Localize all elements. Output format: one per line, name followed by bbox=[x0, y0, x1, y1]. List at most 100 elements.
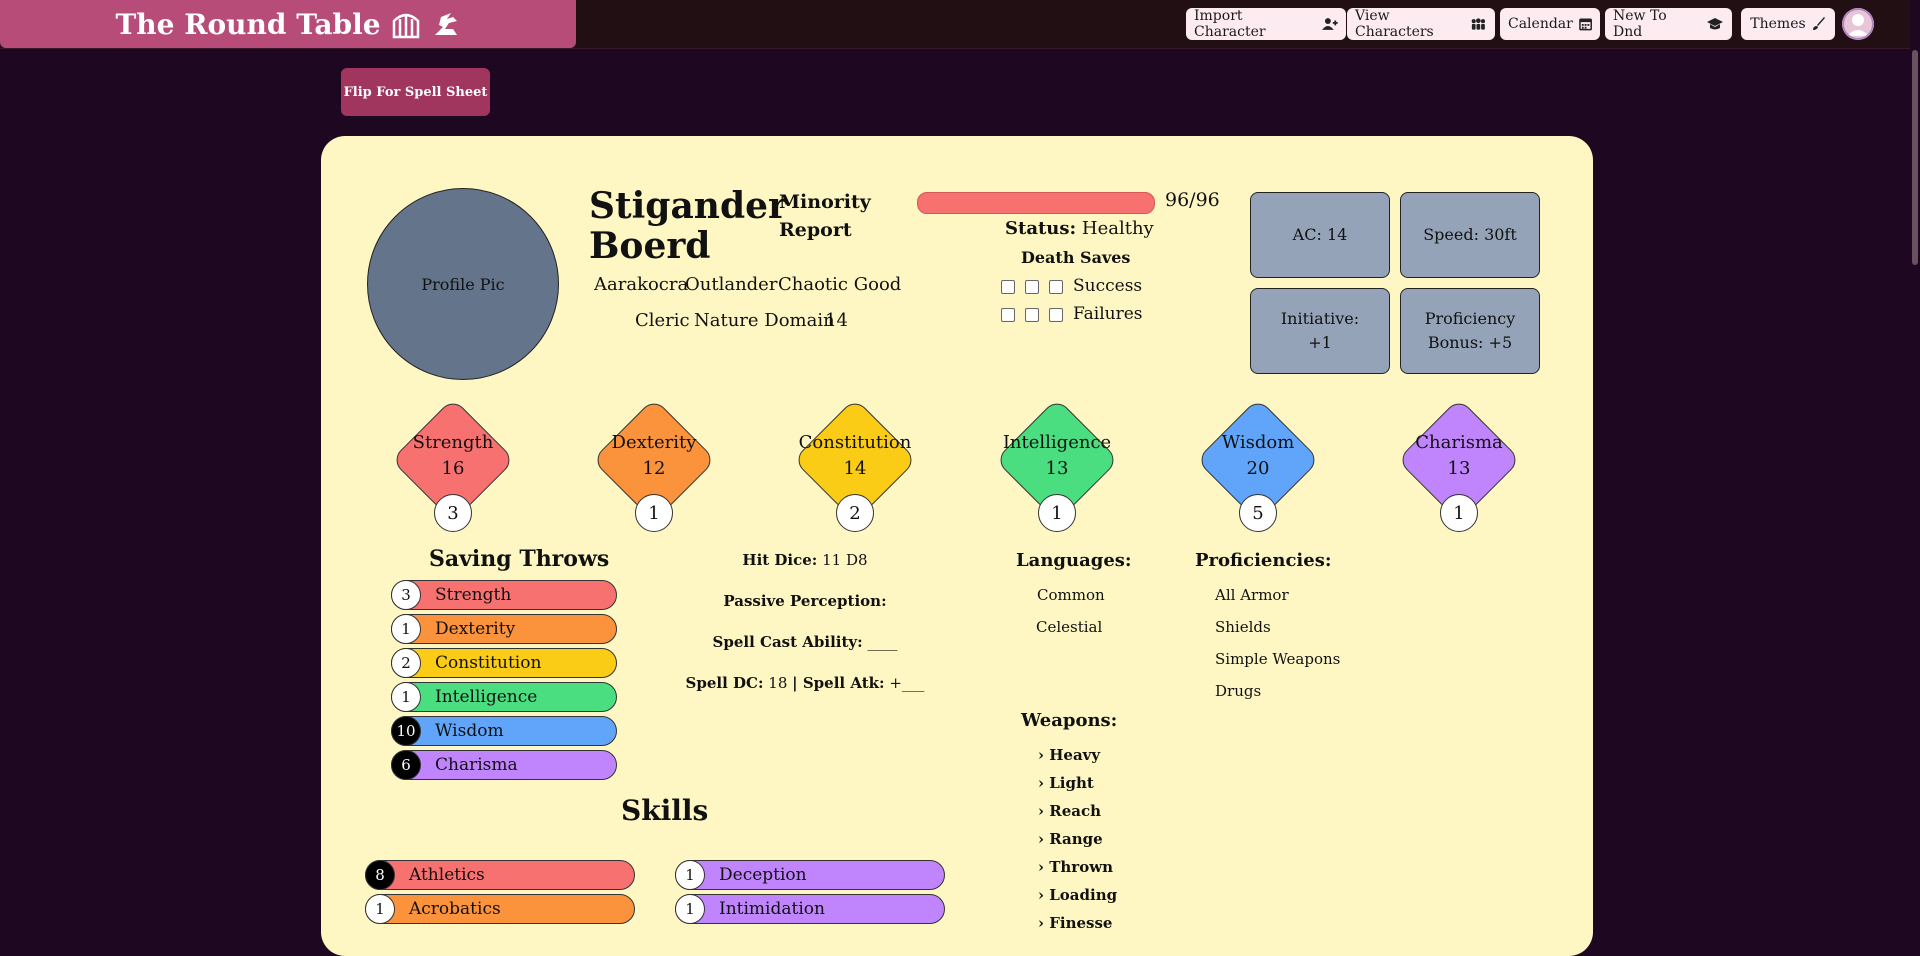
ability-label: Wisdom 20 bbox=[1221, 432, 1295, 479]
ability-modifier: 1 bbox=[635, 494, 673, 532]
saving-throw-intelligence[interactable]: 1 Intelligence bbox=[391, 682, 617, 712]
skill-value: 1 bbox=[675, 860, 705, 890]
skill-label: Deception bbox=[719, 865, 807, 885]
failures-label: Failures bbox=[1073, 304, 1143, 324]
view-characters-label: View Characters bbox=[1355, 8, 1434, 40]
saving-throw-dexterity[interactable]: 1 Dexterity bbox=[391, 614, 617, 644]
proficiency-value: Bonus: +5 bbox=[1427, 333, 1513, 352]
calendar-label: Calendar bbox=[1508, 16, 1573, 32]
failure-checkbox-1[interactable] bbox=[1001, 307, 1015, 322]
saving-throws-title: Saving Throws bbox=[429, 546, 610, 572]
subclass: Nature Domain bbox=[694, 310, 835, 331]
graduation-cap-icon bbox=[1707, 18, 1724, 30]
proficiency-item: All Armor bbox=[1215, 586, 1289, 604]
saving-throw-value: 2 bbox=[391, 648, 421, 678]
weapon-group-heavy[interactable]: › Heavy bbox=[1038, 746, 1100, 764]
skill-athletics[interactable]: 8 Athletics bbox=[365, 860, 635, 890]
passive-perception: Passive Perception: bbox=[655, 592, 955, 610]
ability-label: Dexterity 12 bbox=[611, 432, 697, 479]
weapon-group-loading[interactable]: › Loading bbox=[1038, 886, 1117, 904]
proficiency-item: Simple Weapons bbox=[1215, 650, 1341, 668]
themes-button[interactable]: Themes bbox=[1741, 8, 1835, 40]
ability-label: Constitution 14 bbox=[798, 432, 912, 479]
user-avatar[interactable] bbox=[1842, 8, 1874, 40]
chevron-right-icon: › bbox=[1038, 774, 1044, 792]
ability-modifier: 3 bbox=[434, 494, 472, 532]
weapon-group-thrown[interactable]: › Thrown bbox=[1038, 858, 1113, 876]
class: Cleric bbox=[635, 310, 690, 331]
saving-throw-label: Dexterity bbox=[435, 619, 516, 639]
ability-wisdom: Wisdom 20 5 bbox=[1195, 397, 1321, 532]
chevron-right-icon: › bbox=[1038, 830, 1044, 848]
language-item: Celestial bbox=[1036, 618, 1103, 636]
passive-perception-label: Passive Perception: bbox=[723, 592, 887, 610]
ability-constitution: Constitution 14 2 bbox=[792, 397, 918, 532]
skill-acrobatics[interactable]: 1 Acrobatics bbox=[365, 894, 635, 924]
weapons-title: Weapons: bbox=[1021, 710, 1118, 731]
alignment: Chaotic Good bbox=[778, 274, 902, 295]
proficiency-label: Proficiency bbox=[1424, 309, 1516, 328]
saving-throw-value: 1 bbox=[391, 682, 421, 712]
profile-picture[interactable]: Profile Pic bbox=[367, 188, 559, 380]
chevron-right-icon: › bbox=[1038, 746, 1044, 764]
saving-throw-label: Constitution bbox=[435, 653, 542, 673]
profile-pic-label: Profile Pic bbox=[421, 274, 505, 294]
skill-label: Intimidation bbox=[719, 899, 825, 919]
user-plus-icon bbox=[1322, 18, 1338, 30]
death-saves-failures-row: Failures bbox=[1001, 304, 1143, 324]
flip-spell-sheet-button[interactable]: Flip For Spell Sheet bbox=[341, 68, 490, 116]
saving-throw-charisma[interactable]: 6 Charisma bbox=[391, 750, 617, 780]
paintbrush-icon bbox=[1812, 17, 1825, 30]
status-value: Healthy bbox=[1081, 218, 1154, 239]
scrollbar-thumb[interactable] bbox=[1912, 50, 1918, 265]
ability-charisma: Charisma 13 1 bbox=[1396, 397, 1522, 532]
saving-throw-wisdom[interactable]: 10 Wisdom bbox=[391, 716, 617, 746]
spell-cast-label: Spell Cast Ability: bbox=[712, 633, 863, 651]
new-to-dnd-button[interactable]: New To Dnd bbox=[1605, 8, 1732, 40]
weapon-group-reach[interactable]: › Reach bbox=[1038, 802, 1101, 820]
saving-throw-value: 3 bbox=[391, 580, 421, 610]
skill-value: 1 bbox=[365, 894, 395, 924]
success-label: Success bbox=[1073, 276, 1143, 296]
death-saves-title: Death Saves bbox=[1021, 248, 1131, 267]
skills-title: Skills bbox=[621, 794, 709, 827]
weapon-group-finesse[interactable]: › Finesse bbox=[1038, 914, 1112, 932]
weapon-group-light[interactable]: › Light bbox=[1038, 774, 1094, 792]
initiative-box: Initiative: +1 bbox=[1250, 288, 1390, 374]
hit-dice: Hit Dice: 11 D8 bbox=[655, 551, 955, 569]
new-to-dnd-label: New To Dnd bbox=[1613, 8, 1667, 40]
hit-dice-label: Hit Dice: bbox=[742, 551, 818, 569]
view-characters-button[interactable]: View Characters bbox=[1347, 8, 1495, 40]
skill-value: 1 bbox=[675, 894, 705, 924]
castle-door-icon bbox=[392, 13, 419, 39]
weapon-group-range[interactable]: › Range bbox=[1038, 830, 1103, 848]
race: Aarakocra bbox=[594, 274, 689, 295]
calendar-button[interactable]: Calendar bbox=[1500, 8, 1600, 40]
saving-throw-strength[interactable]: 3 Strength bbox=[391, 580, 617, 610]
languages-title: Languages: bbox=[1016, 550, 1132, 571]
themes-label: Themes bbox=[1750, 16, 1806, 32]
skill-intimidation[interactable]: 1 Intimidation bbox=[675, 894, 945, 924]
skill-deception[interactable]: 1 Deception bbox=[675, 860, 945, 890]
success-checkbox-2[interactable] bbox=[1025, 279, 1039, 294]
initiative-label: Initiative: bbox=[1280, 309, 1360, 328]
brand-logo[interactable]: The Round Table bbox=[0, 0, 576, 48]
death-saves-success-row: Success bbox=[1001, 276, 1142, 296]
saving-throw-constitution[interactable]: 2 Constitution bbox=[391, 648, 617, 678]
brand-title: The Round Table bbox=[115, 7, 381, 41]
dragon-icon bbox=[434, 13, 457, 35]
skill-value: 8 bbox=[365, 860, 395, 890]
chevron-right-icon: › bbox=[1038, 914, 1044, 932]
failure-checkbox-3[interactable] bbox=[1049, 307, 1063, 322]
proficiency-bonus-box: Proficiency Bonus: +5 bbox=[1400, 288, 1540, 374]
success-checkbox-1[interactable] bbox=[1001, 279, 1015, 294]
success-checkbox-3[interactable] bbox=[1049, 279, 1063, 294]
armor-class: AC: 14 bbox=[1292, 225, 1348, 244]
import-character-button[interactable]: Import Character bbox=[1186, 8, 1346, 40]
import-character-label: Import Character bbox=[1194, 8, 1266, 40]
failure-checkbox-2[interactable] bbox=[1025, 307, 1039, 322]
proficiencies-title: Proficiencies: bbox=[1195, 550, 1332, 571]
proficiency-item: Drugs bbox=[1215, 682, 1262, 700]
speed-box: Speed: 30ft bbox=[1400, 192, 1540, 278]
ability-label: Strength 16 bbox=[412, 432, 494, 479]
